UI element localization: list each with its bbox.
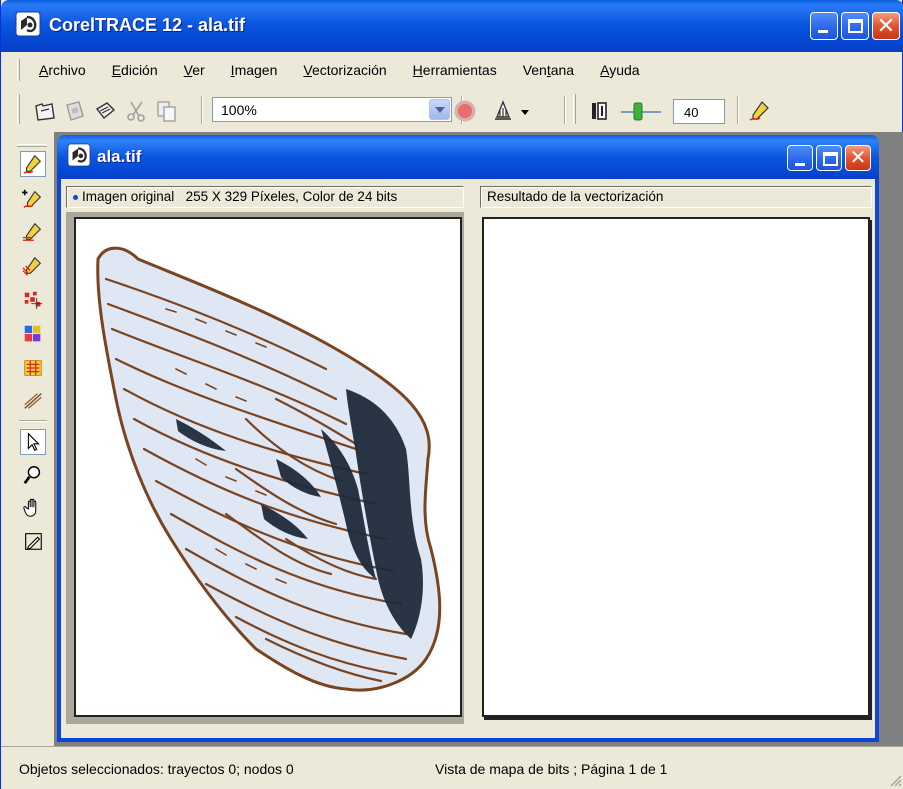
pan-tool-icon — [23, 498, 37, 517]
menu-herramientas[interactable]: Herramientas — [413, 62, 497, 78]
menu-archivo[interactable]: Archivo — [39, 62, 86, 78]
coreltrace-app-icon — [15, 11, 41, 37]
menu-edición[interactable]: Edición — [112, 62, 158, 78]
toolbar-grip[interactable] — [17, 94, 20, 124]
slider-icon[interactable] — [619, 99, 663, 123]
status-bar: Objetos seleccionados: trayectos 0; nodo… — [1, 746, 903, 789]
app-window: CorelTRACE 12 - ala.tif ✕ Archivo Edición… — [0, 0, 903, 789]
toolbox-grip[interactable] — [17, 144, 47, 147]
close-icon: ✕ — [849, 147, 867, 169]
menu-bar-grip[interactable] — [17, 59, 20, 81]
open-icon[interactable] — [33, 99, 57, 123]
pan-tool-button[interactable] — [20, 495, 46, 521]
outline-trace-icon — [23, 154, 42, 174]
trace-toolbox — [11, 142, 53, 737]
original-pane-frame — [66, 212, 464, 724]
mosaic-trace-button[interactable] — [20, 287, 46, 313]
toolbox-separator — [19, 420, 47, 422]
zoom-value: 100% — [221, 102, 257, 118]
trace-settings-icon[interactable] — [747, 99, 771, 123]
chevron-down-icon[interactable] — [519, 99, 531, 123]
centerline-trace-icon — [22, 189, 42, 208]
result-label: Resultado de la vectorización — [487, 189, 664, 204]
outline-trace-button[interactable] — [20, 151, 46, 177]
menu-ayuda[interactable]: Ayuda — [600, 62, 639, 78]
menu-ventana[interactable]: Ventana — [523, 62, 574, 78]
chevron-down-icon[interactable] — [429, 99, 450, 120]
eyedropper-tool-icon — [25, 533, 42, 551]
woodcut-trace-icon — [22, 256, 42, 276]
detail-icon[interactable] — [589, 99, 613, 123]
toolbar-separator — [737, 96, 739, 124]
menu-ver[interactable]: Ver — [184, 62, 205, 78]
stop-icon[interactable] — [453, 99, 477, 123]
mosaic-trace-icon — [24, 291, 43, 310]
form-trace-button[interactable] — [20, 388, 46, 414]
menu-vectorización[interactable]: Vectorización — [303, 62, 386, 78]
save-icon[interactable] — [63, 99, 87, 123]
toolbar-separator — [201, 96, 203, 124]
document-window: ala.tif ✕ Imagen original 255 X 329 Píxe… — [57, 135, 879, 742]
result-pane-frame — [477, 212, 873, 731]
eyedropper-tool-button[interactable] — [20, 528, 46, 554]
document-maximize-button[interactable] — [816, 145, 842, 171]
toolbar-grip[interactable] — [573, 94, 576, 124]
zoom-tool-icon — [23, 466, 41, 485]
maximize-button[interactable] — [841, 12, 869, 40]
trace-result-canvas[interactable] — [482, 217, 870, 717]
trace-mode-icon[interactable] — [491, 99, 515, 123]
form-trace-icon — [24, 393, 42, 409]
ocr-trace-icon — [24, 360, 42, 376]
original-image-header: Imagen original 255 X 329 Píxeles, Color… — [66, 186, 464, 208]
active-pane-indicator — [73, 194, 78, 200]
print-icon[interactable] — [93, 99, 117, 123]
title-bar[interactable]: CorelTRACE 12 - ala.tif ✕ — [1, 0, 903, 52]
pick-tool-button[interactable] — [20, 429, 46, 455]
document-client-area: Imagen original 255 X 329 Píxeles, Color… — [61, 179, 875, 738]
zoom-tool-button[interactable] — [20, 462, 46, 488]
detail-value: 40 — [684, 105, 699, 120]
document-title: ala.tif — [97, 147, 142, 166]
centerline-trace-button[interactable] — [20, 185, 46, 211]
original-image-canvas[interactable] — [74, 217, 462, 717]
minimize-icon — [818, 30, 828, 33]
maximize-icon — [848, 19, 863, 33]
window-title: CorelTRACE 12 - ala.tif — [49, 15, 246, 35]
wing-bitmap-image — [96, 246, 442, 692]
close-button[interactable]: ✕ — [872, 12, 900, 40]
menu-items: Archivo Edición Ver Imagen Vectorización Herr… — [39, 62, 666, 78]
detail-input[interactable]: 40 — [673, 99, 725, 124]
copy-icon[interactable] — [155, 99, 179, 123]
maximize-icon — [823, 152, 838, 166]
cut-icon[interactable] — [125, 99, 149, 123]
minimize-button[interactable] — [810, 12, 838, 40]
3d-mosaic-trace-icon — [24, 325, 41, 342]
minimize-icon — [795, 163, 805, 166]
sketch-trace-icon — [22, 222, 42, 241]
toolbar-separator — [564, 96, 566, 124]
3d-mosaic-trace-button[interactable] — [20, 321, 46, 347]
document-title-bar[interactable]: ala.tif ✕ — [57, 135, 879, 179]
woodcut-trace-button[interactable] — [20, 253, 46, 279]
standard-toolbar: 100% 40 — [11, 88, 901, 130]
original-info: 255 X 329 Píxeles, Color de 24 bits — [185, 189, 398, 204]
resize-grip-icon[interactable] — [888, 773, 902, 787]
ocr-trace-button[interactable] — [20, 355, 46, 381]
trace-result-header: Resultado de la vectorización — [480, 186, 872, 208]
document-close-button[interactable]: ✕ — [845, 145, 871, 171]
close-icon: ✕ — [876, 13, 896, 38]
view-status: Vista de mapa de bits ; Página 1 de 1 — [435, 761, 668, 777]
zoom-select[interactable]: 100% — [212, 97, 452, 122]
document-icon — [67, 143, 91, 167]
document-minimize-button[interactable] — [787, 145, 813, 171]
pick-tool-icon — [27, 432, 40, 451]
original-label: Imagen original — [82, 189, 175, 204]
sketch-trace-button[interactable] — [20, 219, 46, 245]
menu-imagen[interactable]: Imagen — [231, 62, 278, 78]
selection-status: Objetos seleccionados: trayectos 0; nodo… — [19, 761, 294, 777]
menu-bar: Archivo Edición Ver Imagen Vectorización Herr… — [11, 55, 901, 85]
